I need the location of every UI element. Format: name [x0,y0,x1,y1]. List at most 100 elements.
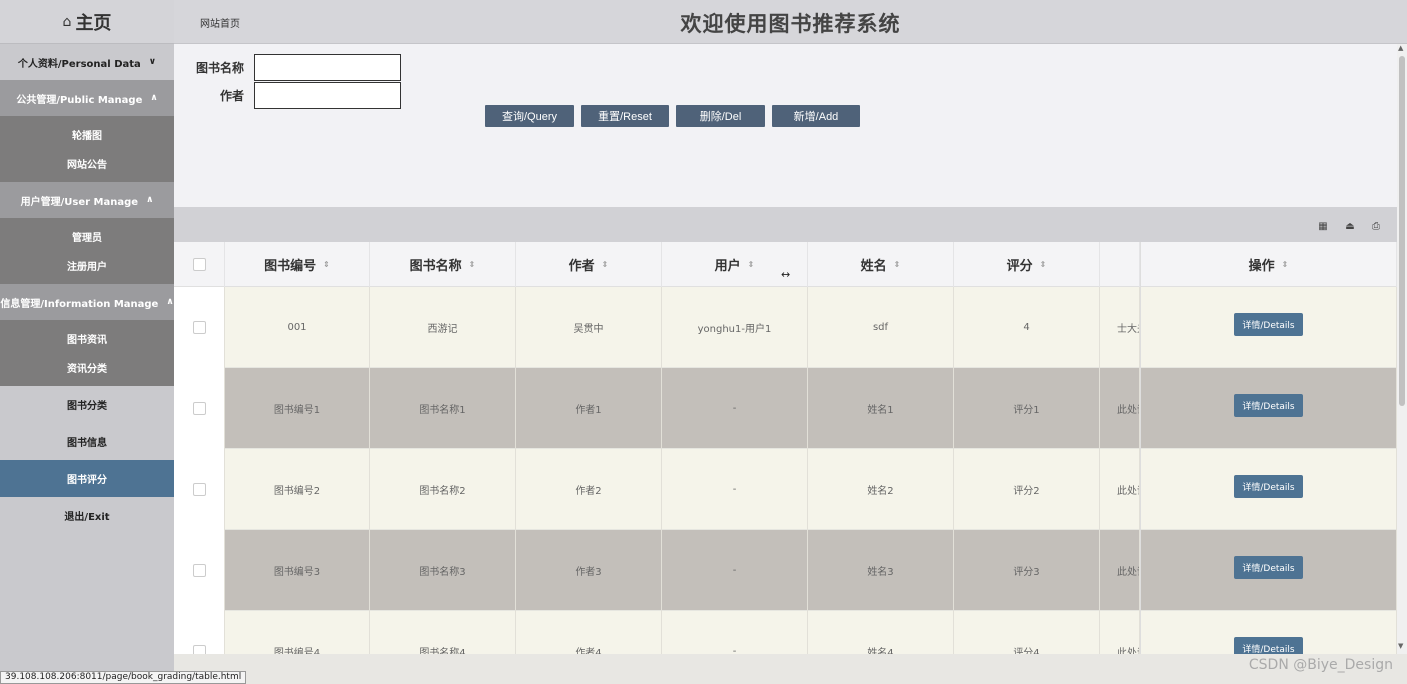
add-button[interactable]: 新增/Add [772,105,860,127]
cell-score: 评分1 [954,368,1100,449]
row-select-cell [174,611,225,654]
sidebar-submenu-public: 轮播图 网站公告 [0,116,174,182]
cell-score: 4 [954,287,1100,368]
sidebar-group-public-manage[interactable]: 公共管理/Public Manage ∧ [0,80,174,116]
scrollbar-thumb[interactable] [1399,56,1405,406]
cell-name: 姓名3 [808,530,954,611]
cell-book-name: 图书名称4 [370,611,516,654]
details-button[interactable]: 详情/Details [1234,313,1303,336]
cell-actions: 详情/Details [1140,287,1397,368]
table-row: 图书编号2 图书名称2 作者2 - 姓名2 评分2 此处评 详情/Details [174,449,1397,530]
sort-icon[interactable]: ⇕ [602,260,609,269]
sidebar-item-carousel[interactable]: 轮播图 [0,120,174,149]
sidebar-item-announcements[interactable]: 网站公告 [0,149,174,178]
sort-icon[interactable]: ⇕ [894,260,901,269]
sidebar-group-personal-data[interactable]: 个人资料/Personal Data ∨ [0,44,174,80]
details-button[interactable]: 详情/Details [1234,637,1303,654]
sidebar-item-book-news[interactable]: 图书资讯 [0,324,174,353]
details-button[interactable]: 详情/Details [1234,475,1303,498]
cell-actions: 详情/Details [1140,449,1397,530]
row-checkbox[interactable] [192,645,206,654]
table-toolbar: ▦ ⏏ ⎙ [174,207,1397,242]
horizontal-scrollbar[interactable] [174,654,1407,684]
cell-book-name: 图书名称2 [370,449,516,530]
column-label: 操作 [1248,259,1275,274]
book-name-input[interactable] [254,54,401,81]
sidebar-submenu-info: 图书资讯 资讯分类 [0,320,174,386]
chevron-down-icon: ∨ [148,57,157,67]
name-label: 图书名称 [195,61,244,75]
vertical-scrollbar[interactable]: ▲ ▼ [1397,44,1407,654]
cell-author: 吴贯中 [516,287,662,368]
column-label: 评分 [1006,259,1033,274]
row-checkbox[interactable] [192,564,206,577]
sidebar-item-registered-users[interactable]: 注册用户 [0,251,174,280]
column-header-name[interactable]: 姓名 ⇕ [808,242,954,287]
sort-icon[interactable]: ⇕ [323,260,330,269]
print-icon[interactable]: ⎙ [1367,218,1385,234]
sort-icon[interactable]: ⇕ [748,260,755,269]
sidebar-group-information-manage[interactable]: 信息管理/Information Manage ∧ [0,284,174,320]
cell-name: 姓名2 [808,449,954,530]
cell-comment: 此处评 [1100,449,1140,530]
sort-icon[interactable]: ⇕ [1282,260,1289,269]
sort-icon[interactable]: ⇕ [1040,260,1047,269]
sidebar-item-exit[interactable]: 退出/Exit [0,497,174,534]
query-button[interactable]: 查询/Query [485,105,574,127]
row-checkbox[interactable] [192,483,206,496]
table-row: 001 西游记 吴贯中 yonghu1-用户1 sdf 4 士大夫 详情/Det… [174,287,1397,368]
home-label: 主页 [75,12,112,34]
status-url: 39.108.108.206:8011/page/book_grading/ta… [0,671,247,684]
details-button[interactable]: 详情/Details [1234,556,1303,579]
row-checkbox[interactable] [192,402,206,415]
row-select-cell [174,287,225,368]
cell-comment: 此处评 [1100,611,1140,654]
column-header-book-name[interactable]: 图书名称 ⇕ [370,242,516,287]
sidebar-group-label: 信息管理/Information Manage [0,298,159,310]
cell-author: 作者4 [516,611,662,654]
column-header-comment[interactable] [1100,242,1140,287]
sidebar-item-news-category[interactable]: 资讯分类 [0,353,174,382]
home-link[interactable]: ⌂ 主页 [0,0,174,44]
column-header-book-id[interactable]: 图书编号 ⇕ [225,242,370,287]
column-header-actions[interactable]: 操作 ⇕ [1140,242,1397,287]
cell-book-id: 001 [225,287,370,368]
column-header-score[interactable]: 评分 ⇕ [954,242,1100,287]
details-button[interactable]: 详情/Details [1234,394,1303,417]
export-icon[interactable]: ⏏ [1341,218,1359,234]
column-header-author[interactable]: 作者 ⇕ [516,242,662,287]
cell-author: 作者3 [516,530,662,611]
sidebar-item-book-info[interactable]: 图书信息 [0,423,174,460]
row-select-cell [174,368,225,449]
select-all-checkbox[interactable] [192,258,206,271]
cell-user: - [662,530,808,611]
sidebar-group-user-manage[interactable]: 用户管理/User Manage ∧ [0,182,174,218]
cell-user: - [662,611,808,654]
author-input[interactable] [254,82,401,109]
cell-user: yonghu1-用户1 [662,287,808,368]
cell-name: 姓名1 [808,368,954,449]
cell-book-id: 图书编号3 [225,530,370,611]
sidebar-item-book-category[interactable]: 图书分类 [0,386,174,423]
scroll-down-icon[interactable]: ▼ [1398,642,1403,650]
cell-author: 作者2 [516,449,662,530]
cell-score: 评分4 [954,611,1100,654]
sidebar-item-book-grading[interactable]: 图书评分 [0,460,174,497]
cell-author: 作者1 [516,368,662,449]
sidebar-group-label: 公共管理/Public Manage [16,94,143,106]
sort-icon[interactable]: ⇕ [469,260,476,269]
row-select-cell [174,530,225,611]
reset-button[interactable]: 重置/Reset [581,105,669,127]
scroll-up-icon[interactable]: ▲ [1398,44,1403,52]
columns-icon[interactable]: ▦ [1314,218,1332,234]
column-label: 图书编号 [264,259,317,274]
name-field-row: 图书名称 [174,54,401,81]
sidebar-item-admin[interactable]: 管理员 [0,222,174,251]
delete-button[interactable]: 删除/Del [676,105,765,127]
cell-book-id: 图书编号2 [225,449,370,530]
author-label: 作者 [219,89,244,103]
chevron-up-icon: ∧ [150,93,158,103]
cell-name: sdf [808,287,954,368]
row-checkbox[interactable] [192,321,206,334]
cell-book-name: 图书名称3 [370,530,516,611]
